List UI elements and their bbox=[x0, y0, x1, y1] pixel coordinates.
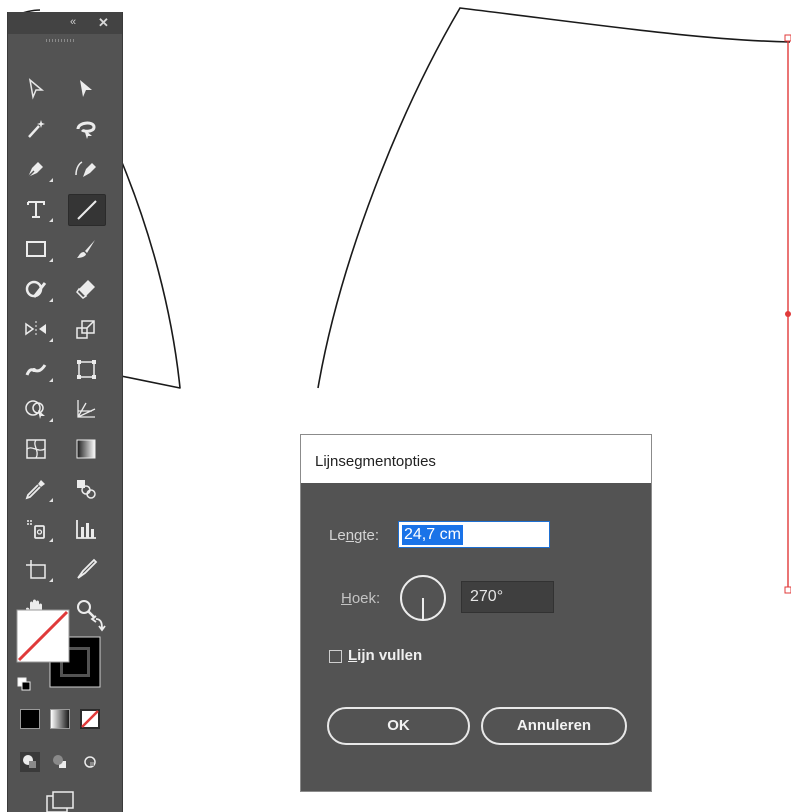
tool-group-indicator bbox=[49, 338, 53, 342]
gradient-button[interactable] bbox=[50, 709, 70, 729]
shape-builder-tool[interactable] bbox=[18, 394, 54, 424]
draw-inside-icon[interactable] bbox=[80, 752, 100, 772]
rectangle-tool[interactable] bbox=[18, 234, 54, 264]
length-input[interactable]: 24,7 cm bbox=[398, 521, 550, 548]
artboard-tool-icon bbox=[26, 560, 46, 579]
symbol-sprayer-tool[interactable] bbox=[18, 514, 54, 544]
line-segment-tool-icon bbox=[77, 200, 97, 220]
color-button[interactable] bbox=[20, 709, 40, 729]
column-graph-tool-icon bbox=[76, 520, 96, 539]
angle-input[interactable]: 270° bbox=[461, 581, 554, 613]
eraser-tool[interactable] bbox=[68, 274, 104, 304]
fill-line-checkbox[interactable] bbox=[329, 650, 342, 663]
color-mode-buttons bbox=[20, 709, 110, 729]
angle-label: Hoek: bbox=[341, 590, 381, 607]
tool-group-indicator bbox=[49, 578, 53, 582]
blend-tool-icon bbox=[77, 480, 96, 499]
lasso-tool-icon bbox=[76, 121, 96, 139]
column-graph-tool[interactable] bbox=[68, 514, 104, 544]
symbol-sprayer-tool-icon bbox=[27, 520, 45, 539]
tool-group-indicator bbox=[49, 178, 53, 182]
line-segment-tool[interactable] bbox=[68, 194, 106, 226]
eyedropper-tool[interactable] bbox=[18, 474, 54, 504]
direct-selection-tool[interactable] bbox=[68, 74, 104, 104]
draw-normal-icon[interactable] bbox=[20, 752, 40, 772]
tool-group-indicator bbox=[49, 538, 53, 542]
free-transform-tool[interactable] bbox=[68, 354, 104, 384]
tool-group-indicator bbox=[49, 418, 53, 422]
scale-tool[interactable] bbox=[68, 314, 104, 344]
draw-behind-icon[interactable] bbox=[50, 752, 70, 772]
angle-dial-icon[interactable] bbox=[398, 573, 448, 623]
selection-tool-icon bbox=[28, 78, 45, 100]
width-tool-icon bbox=[25, 364, 47, 376]
dialog-title: Lijnsegmentopties bbox=[315, 453, 436, 470]
cancel-button[interactable]: Annuleren bbox=[481, 707, 627, 745]
eraser-tool-icon bbox=[76, 280, 95, 299]
width-tool[interactable] bbox=[18, 354, 54, 384]
length-value: 24,7 cm bbox=[402, 525, 463, 545]
paintbrush-tool[interactable] bbox=[68, 234, 104, 264]
anchor-point-top[interactable] bbox=[784, 34, 791, 42]
mesh-tool-icon bbox=[26, 439, 46, 459]
panel-grip[interactable] bbox=[46, 39, 76, 42]
scale-tool-icon bbox=[76, 320, 95, 339]
perspective-grid-tool-icon bbox=[77, 400, 96, 418]
swap-fill-stroke-icon[interactable] bbox=[90, 615, 106, 632]
angle-value: 270° bbox=[470, 588, 504, 605]
gradient-tool[interactable] bbox=[68, 434, 104, 464]
drawn-arc-top[interactable] bbox=[317, 7, 791, 389]
ok-button[interactable]: OK bbox=[327, 707, 470, 745]
blend-tool[interactable] bbox=[68, 474, 104, 504]
close-panel-icon[interactable]: ✕ bbox=[98, 15, 109, 31]
slice-tool-icon bbox=[77, 558, 98, 579]
paintbrush-tool-icon bbox=[77, 240, 95, 258]
selection-tool[interactable] bbox=[18, 74, 54, 104]
slice-tool[interactable] bbox=[68, 554, 104, 584]
eyedropper-tool-icon bbox=[25, 480, 45, 500]
tool-group-indicator bbox=[49, 498, 53, 502]
free-transform-tool-icon bbox=[77, 360, 96, 379]
default-fill-stroke-icon[interactable] bbox=[17, 677, 31, 691]
artboard-tool[interactable] bbox=[18, 554, 54, 584]
collapse-panel-icon[interactable]: « bbox=[70, 16, 76, 28]
tool-group-indicator bbox=[49, 378, 53, 382]
reflect-tool-icon bbox=[25, 321, 46, 337]
fill-stroke-widget[interactable] bbox=[16, 609, 108, 693]
shaper-tool[interactable] bbox=[18, 274, 54, 304]
curvature-tool[interactable] bbox=[68, 154, 104, 184]
magic-wand-tool-icon bbox=[28, 120, 45, 138]
tool-group-indicator bbox=[49, 218, 53, 222]
tools-panel-header[interactable]: « ✕ bbox=[8, 12, 122, 34]
dialog-titlebar[interactable]: Lijnsegmentopties bbox=[301, 435, 651, 483]
change-screen-mode-icon[interactable] bbox=[43, 790, 77, 812]
perspective-grid-tool[interactable] bbox=[68, 394, 104, 424]
gradient-tool-icon bbox=[76, 439, 96, 459]
drawn-arc-left[interactable] bbox=[120, 159, 181, 389]
pen-tool-icon bbox=[27, 162, 43, 178]
magic-wand-tool[interactable] bbox=[18, 114, 54, 144]
type-tool-icon bbox=[27, 201, 45, 218]
rectangle-tool-icon bbox=[26, 241, 46, 257]
type-tool[interactable] bbox=[18, 194, 54, 224]
fill-line-label[interactable]: Lijn vullen bbox=[348, 647, 422, 664]
shaper-tool-icon bbox=[25, 280, 47, 298]
draw-mode-buttons bbox=[20, 752, 110, 772]
tool-group-indicator bbox=[49, 258, 53, 262]
reflect-tool[interactable] bbox=[18, 314, 54, 344]
shape-builder-tool-icon bbox=[25, 400, 45, 419]
direct-selection-tool-icon bbox=[80, 80, 92, 97]
pen-tool[interactable] bbox=[18, 154, 54, 184]
lasso-tool[interactable] bbox=[68, 114, 104, 144]
mesh-tool[interactable] bbox=[18, 434, 54, 464]
tools-panel: « ✕ bbox=[7, 12, 123, 812]
anchor-point-bottom[interactable] bbox=[784, 586, 791, 594]
tool-group-indicator bbox=[49, 298, 53, 302]
line-segment-options-dialog: Lijnsegmentopties Lengte: 24,7 cm Hoek: … bbox=[300, 434, 652, 792]
none-button[interactable] bbox=[80, 709, 100, 729]
center-point[interactable] bbox=[785, 311, 791, 317]
length-label: Lengte: bbox=[329, 527, 380, 544]
curvature-tool-icon bbox=[75, 161, 96, 177]
